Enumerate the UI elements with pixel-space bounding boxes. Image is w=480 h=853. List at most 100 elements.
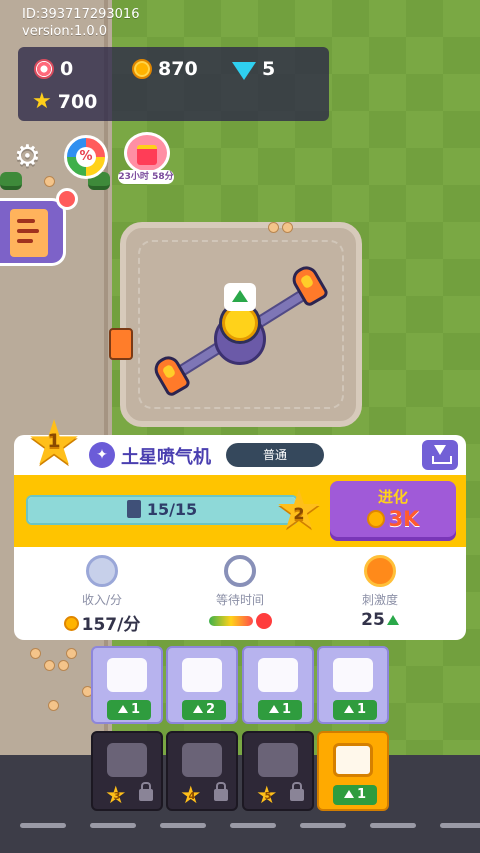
speed-icon [333, 658, 373, 692]
coin-icon [63, 616, 79, 631]
wait-meter [208, 616, 253, 626]
star-requirement: 3 [113, 791, 121, 802]
candy-icon [34, 59, 54, 79]
wait-time-stat: 等待时间 [180, 555, 300, 631]
locked-slot-seat[interactable]: ★ 5 [242, 731, 314, 811]
clock-icon [224, 555, 256, 587]
billboard-icon [333, 743, 373, 777]
clipboard-icon [10, 209, 48, 257]
lock-icon [214, 782, 228, 801]
coin-counter[interactable]: 870 [132, 58, 198, 80]
progress-text: 15/15 [146, 500, 198, 519]
coin-value: 870 [158, 58, 198, 80]
income-value: 157/分 [81, 615, 141, 635]
seat-upgrade-icon [258, 743, 298, 777]
evolve-label: 进化 [377, 488, 408, 506]
gem-icon [232, 62, 256, 80]
lane-marking [230, 823, 276, 828]
sale-wheel-button[interactable]: % [64, 135, 108, 179]
thrill-value: 25 [361, 610, 385, 630]
card-icon [126, 500, 141, 518]
upgrade-slot-track[interactable]: 1 [91, 646, 163, 724]
next-level-star-icon: ★ 2 [274, 478, 324, 541]
coin-icon [132, 59, 152, 79]
thrill-label: 刺激度 [361, 593, 398, 607]
wheels-icon [258, 658, 298, 692]
upgrade-badge: 1 [333, 700, 377, 720]
bottom-road [0, 755, 480, 853]
visitor [66, 648, 77, 659]
lane-marking [440, 823, 480, 828]
ride-name: 土星喷气机 [121, 447, 211, 468]
star-requirement-icon: ★ 3 [105, 783, 127, 807]
photo-booth-icon [107, 743, 147, 777]
evolve-progress-bar: 15/15 [26, 495, 298, 525]
evolve-section: 15/15 ★ 2 进化 3K [14, 475, 466, 547]
arrow-up-icon [386, 615, 399, 625]
vr-goggles-icon [182, 743, 222, 777]
star-counter[interactable]: ★ 700 [32, 89, 98, 114]
arrow-up-icon [232, 290, 248, 302]
lane-marking [370, 823, 416, 828]
debug-id: ID:393717293016 [22, 7, 140, 22]
candy-value: 0 [60, 58, 74, 80]
income-label: 收入/分 [81, 593, 123, 607]
visitor [30, 648, 41, 659]
fire-icon [364, 555, 396, 587]
resource-panel: 0 870 5 ★ 700 [18, 47, 329, 121]
lane-marking [160, 823, 206, 828]
visitor [44, 176, 55, 187]
task-list-button[interactable] [0, 198, 66, 266]
upgrade-available-bubble[interactable] [224, 283, 256, 311]
upgrade-slot-speed[interactable]: 1 [317, 646, 389, 724]
star-requirement-icon: ★ 5 [256, 783, 278, 807]
ride-stats: 收入/分 157/分 等待时间 刺激度 25 [14, 547, 466, 640]
upgrade-slot-billboard[interactable]: 1 [317, 731, 389, 811]
upgrade-slot-wheels[interactable]: 1 [242, 646, 314, 724]
ride-level-star-icon: ★ 1 [26, 406, 82, 479]
debug-version: version:1.0.0 [22, 24, 108, 39]
locked-slot-vr[interactable]: ★ 4 [166, 731, 238, 811]
star-requirement-icon: ★ 4 [180, 783, 202, 807]
ride-level: 1 [47, 430, 61, 452]
next-level: 2 [293, 504, 305, 523]
candy-counter[interactable]: 0 [34, 58, 73, 80]
coin-icon [366, 510, 385, 528]
store-ride-button[interactable] [422, 440, 458, 470]
upgrade-badge: 1 [258, 700, 302, 720]
bush [0, 172, 22, 190]
star-value: 700 [57, 91, 98, 113]
rarity-badge: 普通 [226, 443, 324, 467]
upgrade-badge: 2 [182, 700, 226, 720]
star-requirement: 4 [188, 791, 196, 802]
gift-timer: 23小时 58分 [118, 170, 174, 184]
upgrade-slot-seats[interactable]: 2 [166, 646, 238, 724]
gem-value: 5 [262, 58, 276, 80]
evolve-cost: 3K [388, 507, 420, 531]
lock-icon [290, 782, 304, 801]
lane-marking [20, 823, 66, 828]
income-stat: 收入/分 157/分 [42, 555, 162, 635]
evolve-button[interactable]: 进化 3K [330, 481, 456, 541]
settings-gear-icon[interactable]: ⚙ [14, 142, 41, 172]
upgrade-badge: 1 [333, 785, 377, 805]
track-icon [107, 658, 147, 692]
angry-face-icon [255, 613, 272, 629]
gem-counter[interactable]: 5 [232, 58, 275, 80]
visitor [48, 700, 59, 711]
locked-slot-photo[interactable]: ★ 3 [91, 731, 163, 811]
ride-info-panel: ✦ 土星喷气机 普通 ★ 1 15/15 ★ 2 进化 3K 收入/分 157/分 … [14, 412, 466, 640]
star-icon: ★ [32, 89, 52, 114]
lane-marking [300, 823, 346, 828]
lane-marking [90, 823, 136, 828]
lock-icon [139, 782, 153, 801]
food-stall[interactable] [109, 328, 133, 360]
seats-icon [182, 658, 222, 692]
star-requirement: 5 [264, 791, 272, 802]
upgrade-badge: 1 [107, 700, 151, 720]
income-coins-icon [86, 555, 118, 587]
wait-time-label: 等待时间 [215, 593, 264, 607]
gift-envelope-button[interactable] [124, 132, 170, 174]
flame-type-icon: ✦ [89, 442, 115, 468]
visitor [44, 660, 55, 671]
